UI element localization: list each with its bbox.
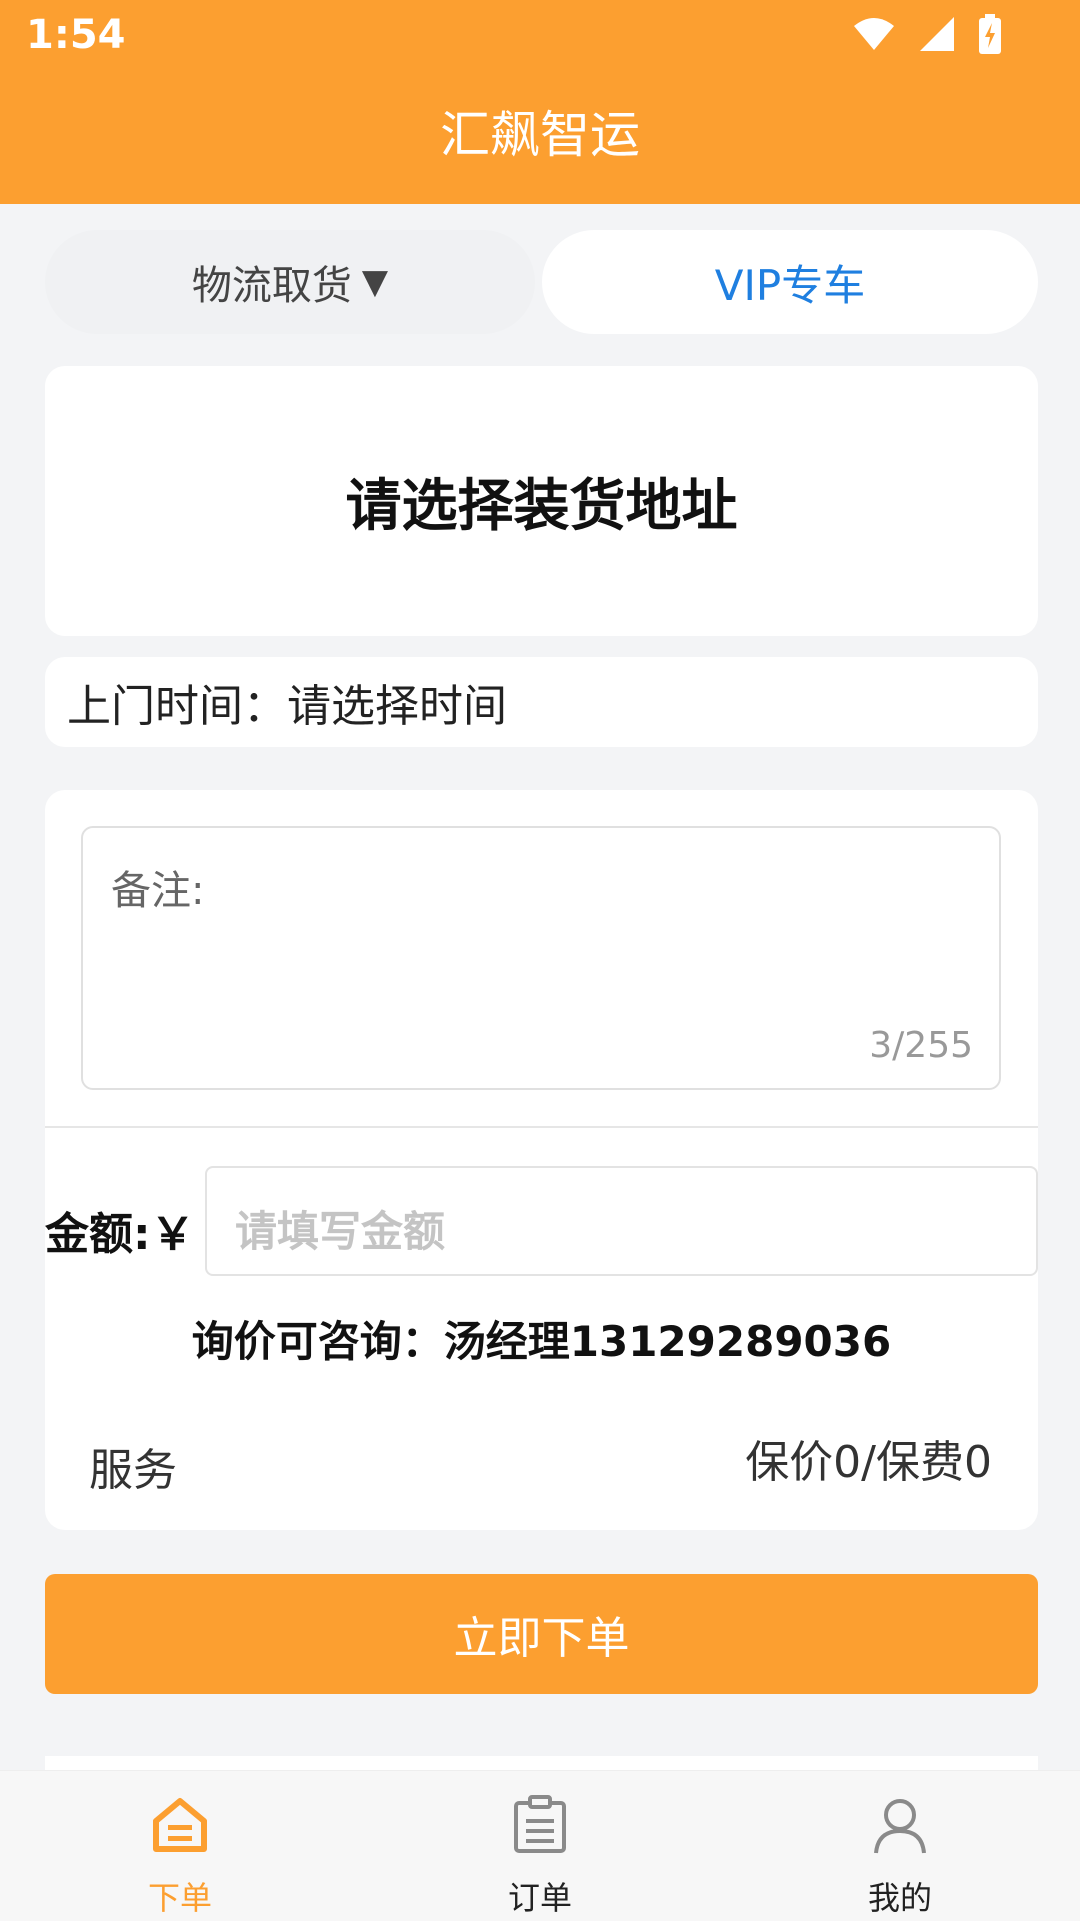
place-order-button[interactable]: 立即下单 xyxy=(45,1574,1038,1694)
remark-textarea[interactable]: 备注: 3/255 xyxy=(81,826,1001,1090)
tab-logistics-pickup[interactable]: 物流取货 ▼ xyxy=(45,230,535,334)
address-select-card[interactable]: 请选择装货地址 xyxy=(45,366,1038,636)
pickup-time-text: 上门时间：请选择时间 xyxy=(67,681,507,732)
tab-label: 物流取货 xyxy=(191,263,352,309)
status-bar: 1:54 xyxy=(0,0,1080,72)
order-details-card: 备注: 3/255 金额:￥ 请填写金额 询价可咨询：汤经理1312928903… xyxy=(45,790,1038,1530)
app-bar: 汇飙智运 xyxy=(0,72,1080,204)
tab-label: VIP专车 xyxy=(714,260,866,310)
amount-label: 金额:￥ xyxy=(45,1209,195,1260)
price-inquiry-contact: 询价可咨询：汤经理13129289036 xyxy=(191,1317,892,1366)
address-prompt: 请选择装货地址 xyxy=(345,473,738,539)
status-time: 1:54 xyxy=(26,12,126,58)
battery-charging-icon xyxy=(979,14,1001,54)
nav-item-orders[interactable]: 订单 xyxy=(360,1771,720,1921)
divider xyxy=(45,1126,1038,1128)
place-order-label: 立即下单 xyxy=(453,1613,630,1664)
amount-input[interactable]: 请填写金额 xyxy=(205,1166,1038,1276)
status-icons xyxy=(852,14,1002,54)
dropdown-triangle-icon: ▼ xyxy=(361,262,389,302)
bottom-navigation: 下单 订单 我的 xyxy=(0,1770,1080,1921)
service-label: 服务 xyxy=(89,1445,177,1496)
amount-placeholder: 请填写金额 xyxy=(235,1207,446,1256)
remark-label: 备注: xyxy=(111,868,205,914)
home-icon xyxy=(153,1798,207,1852)
clipboard-icon xyxy=(514,1795,566,1853)
app-title: 汇飙智运 xyxy=(440,106,640,164)
nav-item-mine[interactable]: 我的 xyxy=(720,1771,1080,1921)
tab-vip-car[interactable]: VIP专车 xyxy=(542,230,1038,334)
order-type-tabs: 物流取货 ▼ VIP专车 xyxy=(45,230,1038,334)
remark-char-counter: 3/255 xyxy=(869,1025,973,1066)
person-icon xyxy=(874,1799,926,1854)
wifi-icon xyxy=(854,18,894,50)
nav-label: 下单 xyxy=(147,1879,212,1917)
nav-item-order[interactable]: 下单 xyxy=(0,1771,360,1921)
pickup-time-selector[interactable]: 上门时间：请选择时间 xyxy=(45,657,1038,747)
cellular-signal-icon xyxy=(920,17,954,51)
nav-label: 订单 xyxy=(507,1879,572,1917)
nav-label: 我的 xyxy=(867,1879,932,1917)
insurance-fee-value[interactable]: 保价0/保费0 xyxy=(745,1426,992,1490)
